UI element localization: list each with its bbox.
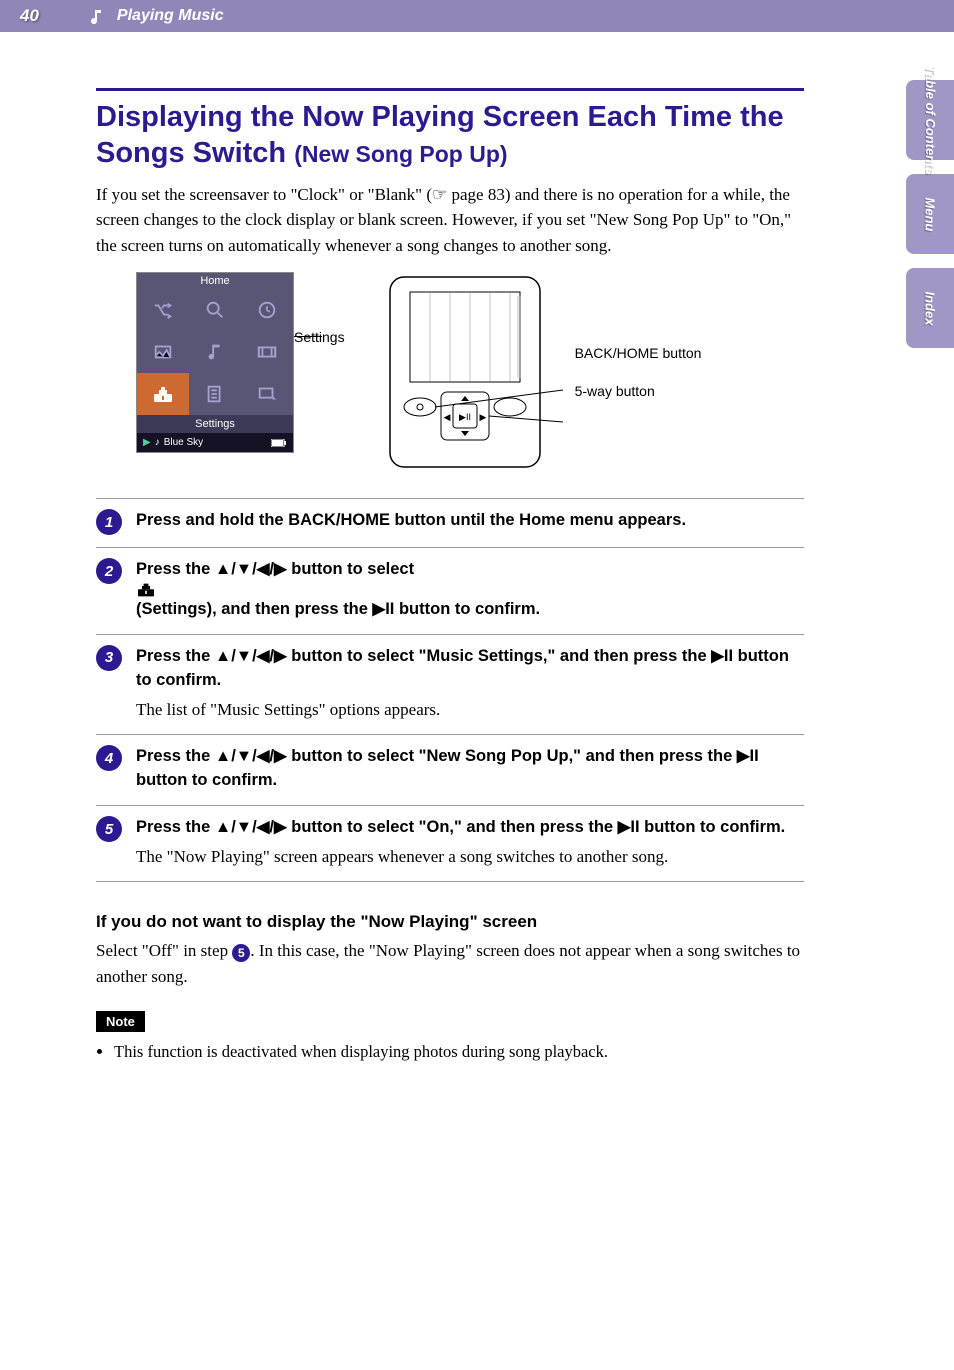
inline-step-bullet: 5 <box>232 944 250 962</box>
note-item: This function is deactivated when displa… <box>114 1042 804 1062</box>
tab-menu[interactable]: Menu <box>906 174 954 254</box>
step-number: 4 <box>96 745 122 771</box>
play-pause-icon: ▶II <box>618 818 640 836</box>
screen-nowplaying-bar: ▶♪Blue Sky <box>137 433 293 452</box>
video-icon <box>241 331 293 373</box>
step-heading: Press the ▲/▼/◀/▶ button to select "New … <box>136 745 804 793</box>
arrow-buttons-icon: ▲/▼/◀/▶ <box>215 560 287 578</box>
step-block: 4 Press the ▲/▼/◀/▶ button to select "New… <box>96 734 804 805</box>
nowplaying-icon <box>241 373 293 415</box>
home-grid <box>137 289 293 415</box>
title-rule <box>96 88 804 91</box>
music-note-icon <box>89 8 105 24</box>
play-pause-icon: ▶II <box>711 647 733 665</box>
step-heading: Press and hold the BACK/HOME button unti… <box>136 509 804 533</box>
diagrams-row: Home Settings ▶♪Blue Sky <box>96 272 804 472</box>
settings-callout: Settings <box>294 354 345 371</box>
arrow-buttons-icon: ▲/▼/◀/▶ <box>215 647 287 665</box>
clock-icon <box>241 289 293 331</box>
step-number: 3 <box>96 645 122 671</box>
step-heading: Press the ▲/▼/◀/▶ button to select (Sett… <box>136 558 804 622</box>
step-block: 3 Press the ▲/▼/◀/▶ button to select "Mus… <box>96 634 804 734</box>
page-number: 40 <box>20 6 39 26</box>
step-block: 1 Press and hold the BACK/HOME button unt… <box>96 498 804 547</box>
step-heading: Press the ▲/▼/◀/▶ button to select "Musi… <box>136 645 804 693</box>
page-content: Displaying the Now Playing Screen Each T… <box>0 32 954 1102</box>
settings-icon-selected <box>137 373 189 415</box>
arrow-buttons-icon: ▲/▼/◀/▶ <box>215 818 287 836</box>
intro-paragraph: If you set the screensaver to "Clock" or… <box>96 182 804 259</box>
search-icon <box>189 289 241 331</box>
note-label: Note <box>96 1011 145 1032</box>
svg-text:◀: ◀ <box>443 412 450 422</box>
alt-heading: If you do not want to display the "Now P… <box>96 912 804 932</box>
shuffle-icon <box>137 289 189 331</box>
step-description: The "Now Playing" screen appears wheneve… <box>136 844 804 870</box>
player-screen-diagram: Home Settings ▶♪Blue Sky <box>96 272 345 453</box>
play-pause-icon: ▶II <box>737 747 759 765</box>
play-pause-icon: ▶II <box>373 600 395 618</box>
alt-section: If you do not want to display the "Now P… <box>96 912 804 989</box>
step-description: The list of "Music Settings" options app… <box>136 697 804 723</box>
tab-index[interactable]: Index <box>906 268 954 348</box>
step-number: 5 <box>96 816 122 842</box>
playlist-icon <box>189 373 241 415</box>
5way-callout: 5-way button <box>575 382 702 400</box>
arrow-buttons-icon: ▲/▼/◀/▶ <box>215 747 287 765</box>
step-heading: Press the ▲/▼/◀/▶ button to select "On,"… <box>136 816 804 840</box>
photo-icon <box>137 331 189 373</box>
settings-toolbox-icon <box>136 582 804 598</box>
step-block: 5 Press the ▲/▼/◀/▶ button to select "On,… <box>96 805 804 881</box>
device-diagram: ▶II ◀ ▶ BACK/HOME button 5-way button <box>365 272 702 472</box>
svg-text:▶: ▶ <box>479 412 486 422</box>
device-svg: ▶II ◀ ▶ <box>365 272 565 472</box>
step-number: 1 <box>96 509 122 535</box>
player-screen: Home Settings ▶♪Blue Sky <box>136 272 294 453</box>
side-tabs: Table of Contents Menu Index <box>906 80 954 348</box>
step-number: 2 <box>96 558 122 584</box>
alt-body: Select "Off" in step 5. In this case, th… <box>96 938 804 989</box>
note-list: This function is deactivated when displa… <box>96 1042 804 1062</box>
step-block: 2 Press the ▲/▼/◀/▶ button to select (Set… <box>96 547 804 634</box>
page-title: Displaying the Now Playing Screen Each T… <box>96 99 804 172</box>
screen-settings-label: Settings <box>137 415 293 433</box>
back-home-callout: BACK/HOME button <box>575 344 702 362</box>
page-header: 40 Playing Music <box>0 0 954 32</box>
tab-table-of-contents[interactable]: Table of Contents <box>906 80 954 160</box>
svg-text:▶II: ▶II <box>459 412 471 422</box>
music-icon <box>189 331 241 373</box>
battery-icon <box>271 439 287 447</box>
screen-title: Home <box>137 273 293 289</box>
section-title: Playing Music <box>117 7 224 25</box>
